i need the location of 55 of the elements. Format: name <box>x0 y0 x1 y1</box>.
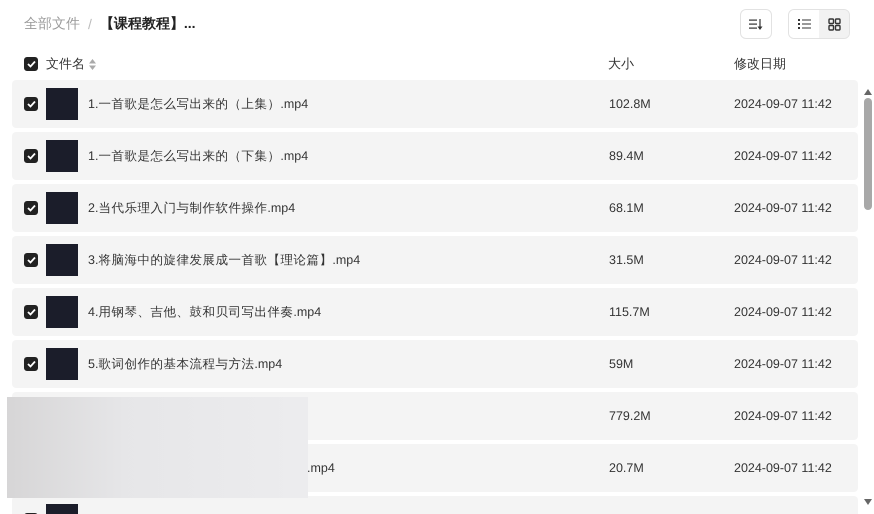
list-view-icon <box>798 19 810 29</box>
checkbox[interactable] <box>24 253 38 267</box>
list-view-button[interactable] <box>789 10 819 38</box>
column-header[interactable]: 文件名 <box>46 55 85 73</box>
file-row[interactable]: 2.当代乐理入门与制作软件操作.mp4 68.1M 2024-09-07 11:42 <box>12 184 858 232</box>
video-thumbnail <box>46 192 78 224</box>
file-name: 1.一首歌是怎么写出来的（下集）.mp4 <box>88 148 310 164</box>
modified-date: 2024-09-07 11:42 <box>734 409 832 423</box>
modified-date: 2024-09-07 11:42 <box>734 305 832 319</box>
file-row[interactable]: 3.将脑海中的旋律发展成一首歌【理论篇】.mp4 31.5M 2024-09-07 11:42 <box>12 236 858 284</box>
scroll-up-icon[interactable] <box>863 88 873 96</box>
file-name: 4.用钢琴、吉他、鼓和贝司写出伴奏.mp4 <box>88 304 322 320</box>
video-thumbnail <box>46 140 78 172</box>
scroll-down-icon[interactable] <box>863 498 873 506</box>
file-size: 59M <box>609 357 634 371</box>
checkbox[interactable] <box>24 201 38 215</box>
file-name: 3.将脑海中的旋律发展成一首歌【理论篇】.mp4 <box>88 252 362 268</box>
file-row[interactable]: 5.歌词创作的基本流程与方法.mp4 59M 2024-09-07 11:42 <box>12 340 858 388</box>
file-size: 20.7M <box>609 461 645 475</box>
file-size: 89.4M <box>609 149 645 163</box>
checkbox[interactable] <box>24 305 38 319</box>
file-name: 5.歌词创作的基本流程与方法.mp4 <box>88 356 284 372</box>
breadcrumb-item: 【课程教程】... <box>100 15 196 33</box>
grid-view-icon <box>828 18 840 30</box>
file-size: 31.5M <box>609 253 645 267</box>
file-row[interactable]: 1.一首歌是怎么写出来的（上集）.mp4 102.8M 2024-09-07 11:42 <box>12 80 858 128</box>
video-thumbnail <box>46 296 78 328</box>
scrollbar-thumb[interactable] <box>864 98 872 210</box>
modified-date: 2024-09-07 11:42 <box>734 97 832 111</box>
modified-date: 2024-09-07 11:42 <box>734 461 832 475</box>
file-row[interactable]: 1.一首歌是怎么写出来的（下集）.mp4 89.4M 2024-09-07 11:42 <box>12 132 858 180</box>
sort-button[interactable] <box>740 9 772 39</box>
checkbox[interactable] <box>24 149 38 163</box>
file-size: 115.7M <box>609 305 651 319</box>
video-thumbnail <box>46 88 78 120</box>
file-size: 102.8M <box>609 97 652 111</box>
modified-date: 2024-09-07 11:42 <box>734 253 832 267</box>
file-size: 68.1M <box>609 201 645 215</box>
video-thumbnail <box>46 348 78 380</box>
breadcrumb-separator: / <box>88 16 92 32</box>
checkbox[interactable] <box>24 57 38 71</box>
file-row[interactable]: 4.用钢琴、吉他、鼓和贝司写出伴奏.mp4 115.7M 2024-09-07 11:42 <box>12 288 858 336</box>
file-name: 1.一首歌是怎么写出来的（上集）.mp4 <box>88 96 310 112</box>
column-header[interactable]: 修改日期 <box>734 56 786 71</box>
modified-date: 2024-09-07 11:42 <box>734 201 832 215</box>
file-name: 2.当代乐理入门与制作软件操作.mp4 <box>88 200 296 216</box>
checkbox[interactable] <box>24 357 38 371</box>
video-thumbnail <box>46 244 78 276</box>
file-size: 779.2M <box>609 409 652 423</box>
checkbox[interactable] <box>24 97 38 111</box>
sort-icon <box>749 18 763 30</box>
modified-date: 2024-09-07 11:42 <box>734 357 832 371</box>
file-name: .mp4 <box>307 461 336 475</box>
modified-date: 2024-09-07 11:42 <box>734 149 832 163</box>
column-header[interactable]: 大小 <box>608 56 634 71</box>
